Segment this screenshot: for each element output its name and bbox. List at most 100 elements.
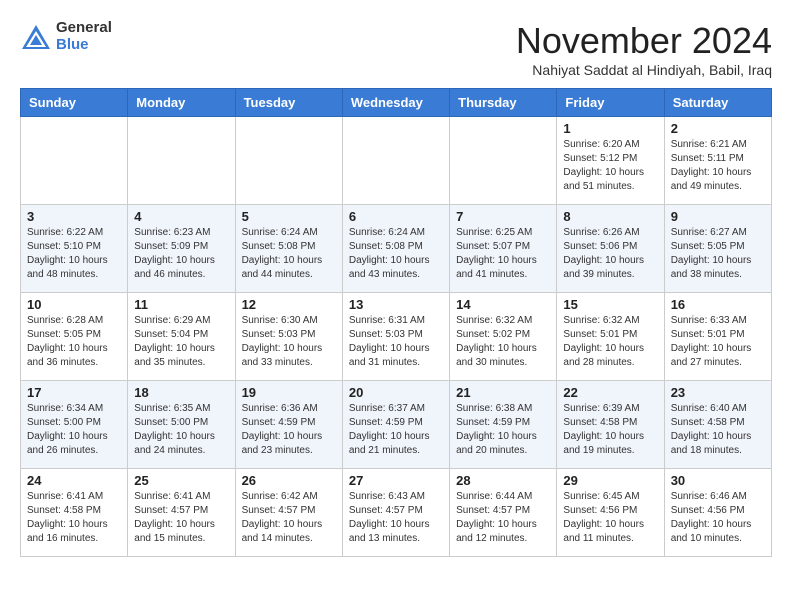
- calendar-cell: 15 Sunrise: 6:32 AM Sunset: 5:01 PM Dayli…: [557, 293, 664, 381]
- day-info: Sunrise: 6:22 AM Sunset: 5:10 PM Dayligh…: [27, 226, 121, 282]
- title-block: November 2024 Nahiyat Saddat al Hindiyah…: [516, 20, 772, 78]
- day-info: Sunrise: 6:20 AM Sunset: 5:12 PM Dayligh…: [563, 138, 657, 194]
- calendar-cell: 17 Sunrise: 6:34 AM Sunset: 5:00 PM Dayli…: [21, 381, 128, 469]
- day-info: Sunrise: 6:44 AM Sunset: 4:57 PM Dayligh…: [456, 490, 550, 546]
- day-info: Sunrise: 6:38 AM Sunset: 4:59 PM Dayligh…: [456, 402, 550, 458]
- day-number: 1: [563, 121, 657, 136]
- calendar-cell: 9 Sunrise: 6:27 AM Sunset: 5:05 PM Daylig…: [664, 205, 771, 293]
- day-number: 10: [27, 297, 121, 312]
- header-row: SundayMondayTuesdayWednesdayThursdayFrid…: [21, 89, 772, 117]
- week-row-2: 3 Sunrise: 6:22 AM Sunset: 5:10 PM Daylig…: [21, 205, 772, 293]
- day-number: 23: [671, 385, 765, 400]
- calendar-cell: 23 Sunrise: 6:40 AM Sunset: 4:58 PM Dayli…: [664, 381, 771, 469]
- logo-blue: Blue: [56, 37, 112, 54]
- day-info: Sunrise: 6:30 AM Sunset: 5:03 PM Dayligh…: [242, 314, 336, 370]
- calendar-cell: 12 Sunrise: 6:30 AM Sunset: 5:03 PM Dayli…: [235, 293, 342, 381]
- calendar-cell: 24 Sunrise: 6:41 AM Sunset: 4:58 PM Dayli…: [21, 469, 128, 557]
- calendar-cell: [450, 117, 557, 205]
- column-header-saturday: Saturday: [664, 89, 771, 117]
- month-title: November 2024: [516, 20, 772, 62]
- calendar-cell: 25 Sunrise: 6:41 AM Sunset: 4:57 PM Dayli…: [128, 469, 235, 557]
- calendar-table: SundayMondayTuesdayWednesdayThursdayFrid…: [20, 88, 772, 557]
- calendar-cell: 19 Sunrise: 6:36 AM Sunset: 4:59 PM Dayli…: [235, 381, 342, 469]
- location: Nahiyat Saddat al Hindiyah, Babil, Iraq: [516, 62, 772, 78]
- day-number: 20: [349, 385, 443, 400]
- column-header-wednesday: Wednesday: [342, 89, 449, 117]
- day-info: Sunrise: 6:21 AM Sunset: 5:11 PM Dayligh…: [671, 138, 765, 194]
- calendar-cell: [21, 117, 128, 205]
- day-info: Sunrise: 6:31 AM Sunset: 5:03 PM Dayligh…: [349, 314, 443, 370]
- day-number: 25: [134, 473, 228, 488]
- day-number: 4: [134, 209, 228, 224]
- day-info: Sunrise: 6:35 AM Sunset: 5:00 PM Dayligh…: [134, 402, 228, 458]
- calendar-cell: 6Sunrise: 6:24 AM Sunset: 5:08 PM Daylig…: [342, 205, 449, 293]
- day-number: 9: [671, 209, 765, 224]
- day-number: 26: [242, 473, 336, 488]
- week-row-3: 10 Sunrise: 6:28 AM Sunset: 5:05 PM Dayli…: [21, 293, 772, 381]
- day-number: 27: [349, 473, 443, 488]
- calendar-cell: 16Sunrise: 6:33 AM Sunset: 5:01 PM Dayli…: [664, 293, 771, 381]
- day-number: 30: [671, 473, 765, 488]
- day-number: 18: [134, 385, 228, 400]
- day-info: Sunrise: 6:32 AM Sunset: 5:01 PM Dayligh…: [563, 314, 657, 370]
- day-info: Sunrise: 6:42 AM Sunset: 4:57 PM Dayligh…: [242, 490, 336, 546]
- calendar-cell: 27 Sunrise: 6:43 AM Sunset: 4:57 PM Dayli…: [342, 469, 449, 557]
- day-number: 17: [27, 385, 121, 400]
- column-header-thursday: Thursday: [450, 89, 557, 117]
- calendar-cell: [128, 117, 235, 205]
- calendar-cell: 1 Sunrise: 6:20 AM Sunset: 5:12 PM Daylig…: [557, 117, 664, 205]
- calendar-cell: 2Sunrise: 6:21 AM Sunset: 5:11 PM Daylig…: [664, 117, 771, 205]
- calendar-cell: 26 Sunrise: 6:42 AM Sunset: 4:57 PM Dayli…: [235, 469, 342, 557]
- day-info: Sunrise: 6:25 AM Sunset: 5:07 PM Dayligh…: [456, 226, 550, 282]
- calendar-cell: 18 Sunrise: 6:35 AM Sunset: 5:00 PM Dayli…: [128, 381, 235, 469]
- week-row-1: 1 Sunrise: 6:20 AM Sunset: 5:12 PM Daylig…: [21, 117, 772, 205]
- calendar-cell: 3 Sunrise: 6:22 AM Sunset: 5:10 PM Daylig…: [21, 205, 128, 293]
- day-number: 11: [134, 297, 228, 312]
- day-number: 21: [456, 385, 550, 400]
- day-number: 8: [563, 209, 657, 224]
- day-info: Sunrise: 6:36 AM Sunset: 4:59 PM Dayligh…: [242, 402, 336, 458]
- day-info: Sunrise: 6:27 AM Sunset: 5:05 PM Dayligh…: [671, 226, 765, 282]
- calendar-cell: [235, 117, 342, 205]
- calendar-cell: 4 Sunrise: 6:23 AM Sunset: 5:09 PM Daylig…: [128, 205, 235, 293]
- day-info: Sunrise: 6:41 AM Sunset: 4:58 PM Dayligh…: [27, 490, 121, 546]
- day-number: 29: [563, 473, 657, 488]
- calendar-cell: 8 Sunrise: 6:26 AM Sunset: 5:06 PM Daylig…: [557, 205, 664, 293]
- day-number: 3: [27, 209, 121, 224]
- day-info: Sunrise: 6:41 AM Sunset: 4:57 PM Dayligh…: [134, 490, 228, 546]
- day-info: Sunrise: 6:33 AM Sunset: 5:01 PM Dayligh…: [671, 314, 765, 370]
- column-header-friday: Friday: [557, 89, 664, 117]
- day-info: Sunrise: 6:32 AM Sunset: 5:02 PM Dayligh…: [456, 314, 550, 370]
- week-row-5: 24 Sunrise: 6:41 AM Sunset: 4:58 PM Dayli…: [21, 469, 772, 557]
- day-number: 7: [456, 209, 550, 224]
- day-number: 14: [456, 297, 550, 312]
- day-info: Sunrise: 6:34 AM Sunset: 5:00 PM Dayligh…: [27, 402, 121, 458]
- calendar-cell: 7 Sunrise: 6:25 AM Sunset: 5:07 PM Daylig…: [450, 205, 557, 293]
- day-number: 15: [563, 297, 657, 312]
- logo: General Blue: [20, 20, 112, 53]
- day-info: Sunrise: 6:23 AM Sunset: 5:09 PM Dayligh…: [134, 226, 228, 282]
- day-number: 24: [27, 473, 121, 488]
- day-info: Sunrise: 6:43 AM Sunset: 4:57 PM Dayligh…: [349, 490, 443, 546]
- day-number: 19: [242, 385, 336, 400]
- calendar-cell: 5Sunrise: 6:24 AM Sunset: 5:08 PM Daylig…: [235, 205, 342, 293]
- calendar-cell: 28Sunrise: 6:44 AM Sunset: 4:57 PM Dayli…: [450, 469, 557, 557]
- day-info: Sunrise: 6:45 AM Sunset: 4:56 PM Dayligh…: [563, 490, 657, 546]
- logo-icon: [20, 23, 52, 51]
- calendar-cell: 13Sunrise: 6:31 AM Sunset: 5:03 PM Dayli…: [342, 293, 449, 381]
- day-info: Sunrise: 6:29 AM Sunset: 5:04 PM Dayligh…: [134, 314, 228, 370]
- day-number: 12: [242, 297, 336, 312]
- calendar-cell: 29 Sunrise: 6:45 AM Sunset: 4:56 PM Dayli…: [557, 469, 664, 557]
- calendar-cell: 10 Sunrise: 6:28 AM Sunset: 5:05 PM Dayli…: [21, 293, 128, 381]
- page-header: General Blue November 2024 Nahiyat Sadda…: [20, 20, 772, 78]
- day-number: 5: [242, 209, 336, 224]
- calendar-cell: 22Sunrise: 6:39 AM Sunset: 4:58 PM Dayli…: [557, 381, 664, 469]
- day-info: Sunrise: 6:46 AM Sunset: 4:56 PM Dayligh…: [671, 490, 765, 546]
- week-row-4: 17 Sunrise: 6:34 AM Sunset: 5:00 PM Dayli…: [21, 381, 772, 469]
- calendar-cell: 11 Sunrise: 6:29 AM Sunset: 5:04 PM Dayli…: [128, 293, 235, 381]
- logo-text: General Blue: [56, 20, 112, 53]
- day-info: Sunrise: 6:40 AM Sunset: 4:58 PM Dayligh…: [671, 402, 765, 458]
- day-info: Sunrise: 6:26 AM Sunset: 5:06 PM Dayligh…: [563, 226, 657, 282]
- day-info: Sunrise: 6:28 AM Sunset: 5:05 PM Dayligh…: [27, 314, 121, 370]
- calendar-cell: 21 Sunrise: 6:38 AM Sunset: 4:59 PM Dayli…: [450, 381, 557, 469]
